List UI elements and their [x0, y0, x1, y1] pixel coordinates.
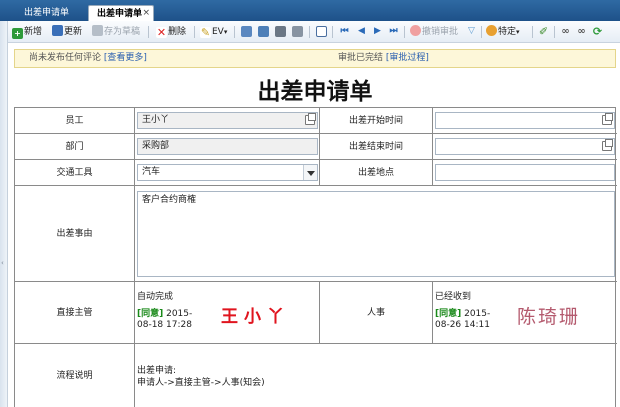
divider [554, 26, 555, 38]
ev-dropdown[interactable]: ✎ EV▾ [200, 24, 227, 40]
divider [481, 26, 482, 38]
transport-select[interactable]: 汽车 [137, 164, 318, 181]
hr-signature: 陈琦珊 [517, 306, 581, 328]
tab-travel-request-1[interactable]: 出差申请单 [16, 5, 86, 21]
edit-pen-icon[interactable]: ✐ [538, 26, 549, 37]
employee-field[interactable]: 王小丫 [137, 112, 318, 129]
document-icon[interactable] [258, 26, 269, 37]
reason-label: 出差事由 [15, 186, 135, 282]
transport-cell: 汽车 [135, 160, 320, 186]
supervisor-status: 自动完成 [137, 292, 174, 302]
supervisor-signature: 王小丫 [221, 307, 290, 327]
copy-icon[interactable] [241, 26, 252, 37]
place-label: 出差地点 [320, 160, 433, 186]
chevron-left-icon: ‹ [1, 259, 4, 267]
start-time-cell [433, 108, 617, 134]
chevron-down-icon[interactable] [303, 165, 317, 180]
hr-label: 人事 [320, 282, 433, 344]
employee-label: 员工 [15, 108, 135, 134]
copy-icon[interactable] [602, 139, 613, 151]
supervisor-label: 直接主管 [15, 282, 135, 344]
update-button[interactable]: 更新 [52, 24, 82, 40]
filter-icon[interactable]: ▽ [466, 26, 477, 37]
ev-icon: ✎ [200, 26, 211, 39]
gear-icon [486, 25, 497, 36]
end-time-field[interactable] [435, 138, 615, 155]
flow-description: 出差申请: 申请人->直接主管->人事(知会) [135, 344, 617, 407]
specific-dropdown[interactable]: 特定▾ [486, 24, 520, 40]
approve-tag: [同意] [435, 309, 462, 319]
dropdown-arrow-icon: ▾ [223, 28, 228, 36]
draft-icon [92, 25, 103, 36]
approval-notice: 审批已完结 [审批过程] [338, 53, 429, 63]
employee-cell: 王小丫 [135, 108, 320, 134]
divider [332, 26, 333, 38]
next-record-icon[interactable]: ▶ [372, 26, 383, 37]
save-icon [52, 25, 63, 36]
place-field[interactable] [435, 164, 615, 181]
first-record-icon[interactable]: ⏮ [339, 26, 350, 37]
tab-travel-request-2[interactable]: 出差申请单 × [88, 5, 154, 21]
copy-icon[interactable] [305, 113, 316, 125]
link-icon[interactable]: ∞ [560, 26, 571, 37]
approval-process-link[interactable]: [审批过程] [386, 53, 429, 63]
previous-record-icon[interactable]: ◀ [356, 26, 367, 37]
save-draft-button[interactable]: 存为草稿 [92, 24, 140, 40]
hr-status: 已经收到 [435, 292, 472, 302]
divider [194, 26, 195, 38]
print-preview-icon[interactable] [292, 26, 303, 37]
supervisor-approval: 自动完成 [同意] 2015- 08-18 17:28 王小丫 [135, 282, 320, 344]
place-cell [433, 160, 617, 186]
supervisor-approval-record: [同意] 2015- 08-18 17:28 [137, 309, 193, 330]
reason-cell: 客户合约商榷 [135, 186, 617, 282]
divider [148, 26, 149, 38]
divider [532, 26, 533, 38]
mail-icon[interactable] [316, 26, 327, 37]
tab-strip: 出差申请单 出差申请单 × [0, 0, 620, 21]
end-time-cell [433, 134, 617, 160]
department-label: 部门 [15, 134, 135, 160]
refresh-icon[interactable]: ⟳ [592, 26, 603, 37]
delete-icon: ✕ [156, 26, 167, 39]
print-icon[interactable] [275, 26, 286, 37]
end-time-label: 出差结束时间 [320, 134, 433, 160]
tab-label: 出差申请单 [97, 9, 143, 19]
divider [404, 26, 405, 38]
revoke-icon [410, 25, 421, 36]
department-cell: 采购部 [135, 134, 320, 160]
reason-textarea[interactable]: 客户合约商榷 [137, 191, 615, 277]
start-time-field[interactable] [435, 112, 615, 129]
hr-approval: 已经收到 [同意] 2015- 08-26 14:11 陈琦珊 [433, 282, 617, 344]
close-icon[interactable]: × [142, 6, 150, 21]
revoke-approval-button[interactable]: 撤销审批 [410, 24, 458, 40]
new-button[interactable]: + 新增 [12, 24, 42, 40]
divider [309, 26, 310, 38]
flow-text: 出差申请: 申请人->直接主管->人事(知会) [137, 366, 265, 388]
hr-approval-record: [同意] 2015- 08-26 14:11 [435, 309, 491, 330]
divider [234, 26, 235, 38]
add-icon: + [12, 28, 23, 39]
unlink-icon[interactable]: ∞ [576, 26, 587, 37]
travel-request-form: 员工 王小丫 出差开始时间 部门 采购部 出差结束时间 交通工具 汽车 出差地点… [14, 107, 617, 407]
notice-bar: 尚未发布任何评论 [查看更多] 审批已完结 [审批过程] [14, 49, 616, 68]
view-more-link[interactable]: [查看更多] [104, 53, 147, 63]
start-time-label: 出差开始时间 [320, 108, 433, 134]
side-collapse-strip[interactable]: ‹ [0, 21, 8, 407]
last-record-icon[interactable]: ⏭ [388, 26, 399, 37]
approve-tag: [同意] [137, 309, 164, 319]
delete-button[interactable]: ✕ 删除 [156, 24, 186, 40]
transport-label: 交通工具 [15, 160, 135, 186]
department-field[interactable]: 采购部 [137, 138, 318, 155]
flow-label: 流程说明 [15, 344, 135, 407]
page-title: 出差申请单 [257, 79, 373, 105]
dropdown-arrow-icon: ▾ [516, 28, 520, 36]
toolbar: + 新增 更新 存为草稿 ✕ 删除 ✎ EV▾ ⏮ ◀ ▶ ⏭ 撤销审批 ▽ 特定▾ … [8, 21, 620, 43]
copy-icon[interactable] [602, 113, 613, 125]
comments-notice: 尚未发布任何评论 [查看更多] [29, 53, 147, 63]
